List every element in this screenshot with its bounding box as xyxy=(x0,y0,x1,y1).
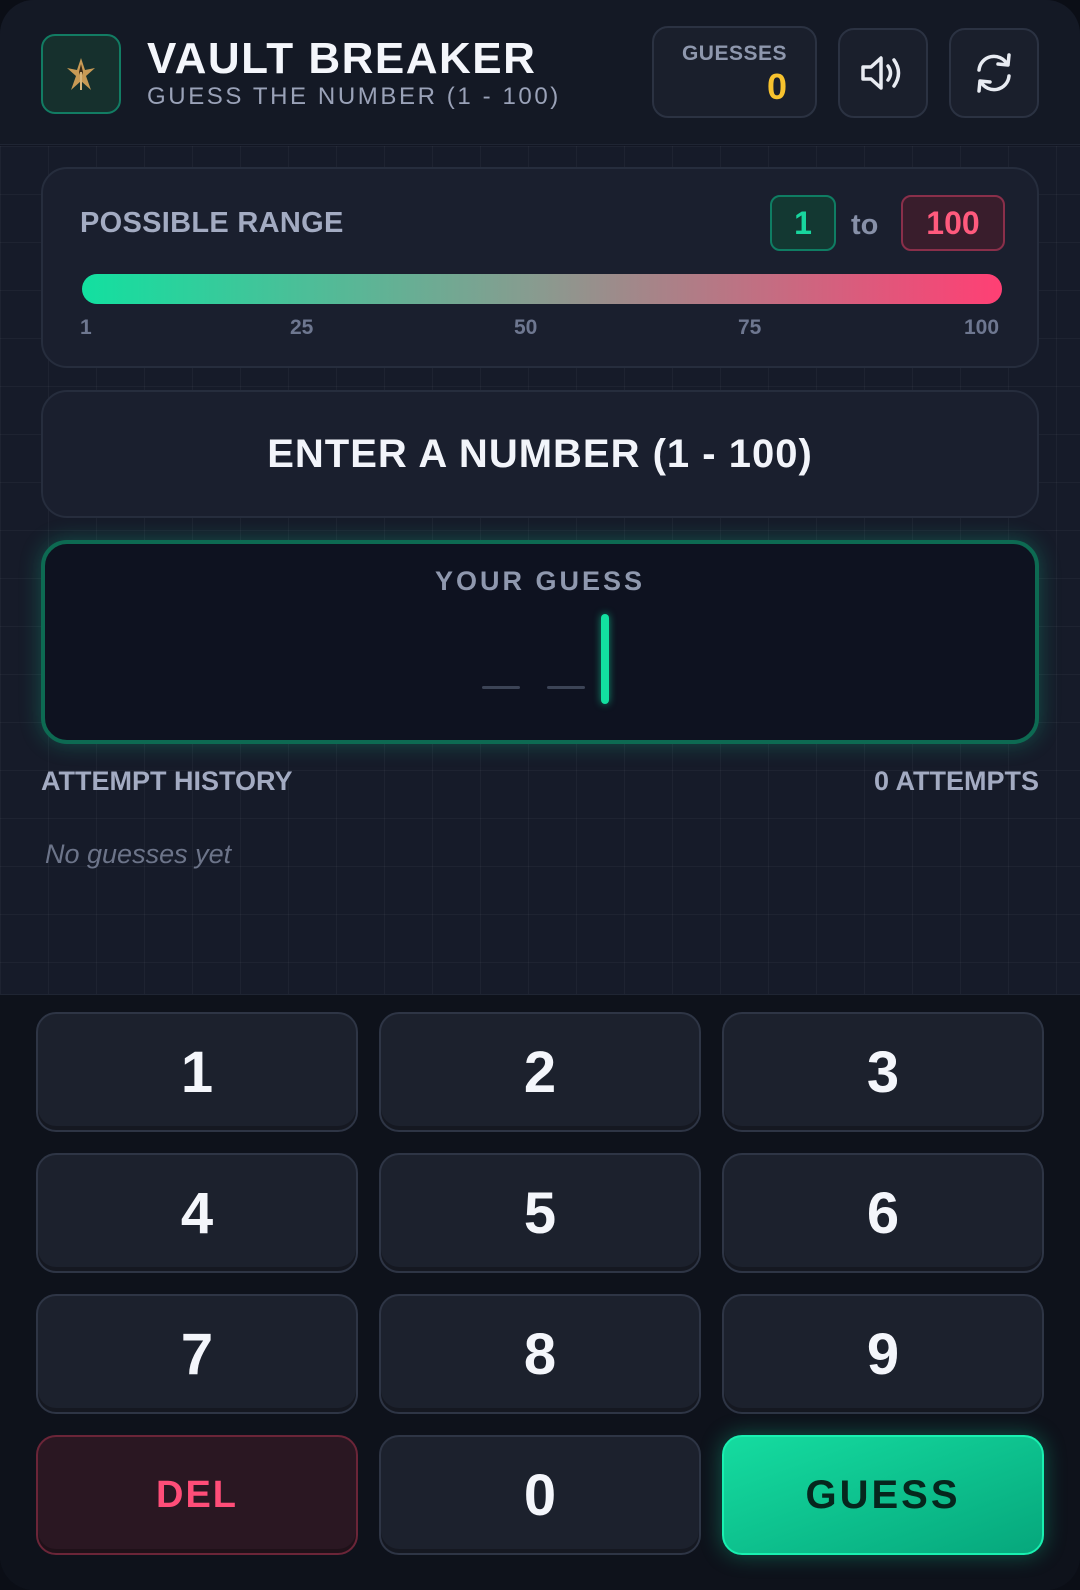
key-1[interactable]: 1 xyxy=(36,1012,358,1132)
vault-emblem-icon xyxy=(41,34,121,114)
attempt-count: 0 ATTEMPTS xyxy=(873,766,1039,796)
delete-button[interactable]: DEL xyxy=(36,1435,358,1555)
history-empty-state: No guesses yet xyxy=(45,839,232,869)
refresh-icon xyxy=(977,53,1011,93)
reset-button[interactable] xyxy=(949,28,1039,118)
range-high-badge: 100 xyxy=(901,195,1005,251)
range-tick: 1 xyxy=(80,316,92,339)
key-9[interactable]: 9 xyxy=(722,1294,1044,1414)
key-0[interactable]: 0 xyxy=(379,1435,701,1555)
key-2[interactable]: 2 xyxy=(379,1012,701,1132)
speaker-volume-icon xyxy=(861,56,901,90)
vault-breaker-app: VAULT BREAKER GUESS THE NUMBER (1 - 100)… xyxy=(0,0,1080,1590)
range-low-badge: 1 xyxy=(770,195,836,251)
key-4[interactable]: 4 xyxy=(36,1153,358,1273)
input-cursor xyxy=(601,614,609,704)
submit-guess-button[interactable]: GUESS xyxy=(722,1435,1044,1555)
guess-label: YOUR GUESS xyxy=(434,566,646,596)
range-bar-fill xyxy=(82,274,1002,304)
key-8[interactable]: 8 xyxy=(379,1294,701,1414)
digit-slot xyxy=(547,686,585,689)
range-tick: 50 xyxy=(514,316,538,339)
guess-counter-value: 0 xyxy=(766,66,787,107)
range-card: POSSIBLE RANGE 1 to 100 1 25 50 75 100 xyxy=(41,167,1039,368)
guess-counter: GUESSES 0 xyxy=(652,26,817,118)
range-tick: 100 xyxy=(964,316,1000,339)
history-title: ATTEMPT HISTORY xyxy=(41,766,293,796)
key-7[interactable]: 7 xyxy=(36,1294,358,1414)
sound-toggle-button[interactable] xyxy=(838,28,928,118)
key-5[interactable]: 5 xyxy=(379,1153,701,1273)
app-subtitle: GUESS THE NUMBER (1 - 100) xyxy=(147,83,561,110)
guess-counter-label: GUESSES xyxy=(681,42,788,65)
header: VAULT BREAKER GUESS THE NUMBER (1 - 100)… xyxy=(0,0,1080,145)
app-title: VAULT BREAKER xyxy=(147,34,537,83)
digit-slot xyxy=(482,686,520,689)
range-bar xyxy=(82,274,1002,304)
key-3[interactable]: 3 xyxy=(722,1012,1044,1132)
keypad: 1 2 3 4 5 6 7 8 9 DEL 0 GUESS xyxy=(0,994,1080,1590)
guess-display[interactable]: YOUR GUESS xyxy=(41,540,1039,744)
range-separator: to xyxy=(851,209,879,241)
status-message: ENTER A NUMBER (1 - 100) xyxy=(41,390,1039,518)
range-tick: 75 xyxy=(738,316,762,339)
key-6[interactable]: 6 xyxy=(722,1153,1044,1273)
range-tick: 25 xyxy=(290,316,314,339)
game-area: POSSIBLE RANGE 1 to 100 1 25 50 75 100 E… xyxy=(0,146,1080,994)
range-label: POSSIBLE RANGE xyxy=(80,207,344,239)
